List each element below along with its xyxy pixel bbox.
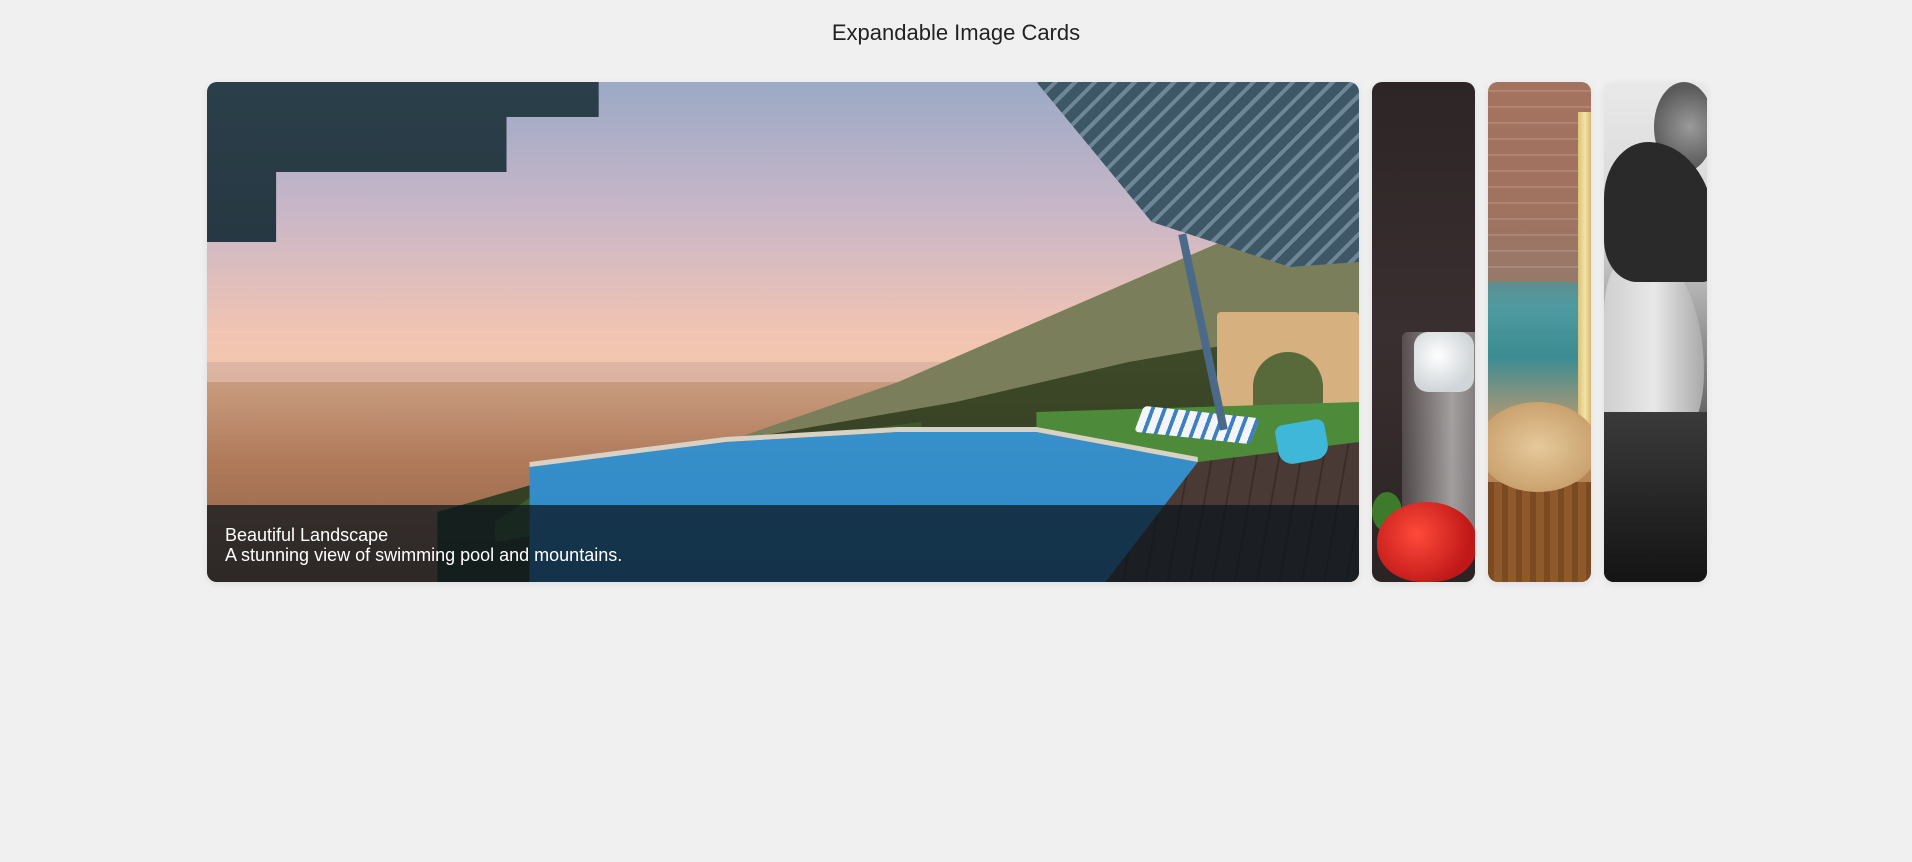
image-card-drink[interactable] bbox=[1372, 82, 1475, 582]
page-title: Expandable Image Cards bbox=[831, 20, 1081, 45]
card-gallery: Beautiful Landscape A stunning view of s… bbox=[207, 82, 1707, 582]
image-card-landscape[interactable]: Beautiful Landscape A stunning view of s… bbox=[207, 82, 1359, 582]
cafe-image bbox=[1488, 82, 1591, 282]
card-caption: Beautiful Landscape A stunning view of s… bbox=[207, 505, 1359, 582]
image-card-portrait[interactable] bbox=[1604, 82, 1707, 582]
card-title: Beautiful Landscape bbox=[225, 525, 389, 545]
image-card-cafe[interactable] bbox=[1488, 82, 1591, 582]
card-description: A stunning view of swimming pool and mou… bbox=[225, 545, 623, 565]
